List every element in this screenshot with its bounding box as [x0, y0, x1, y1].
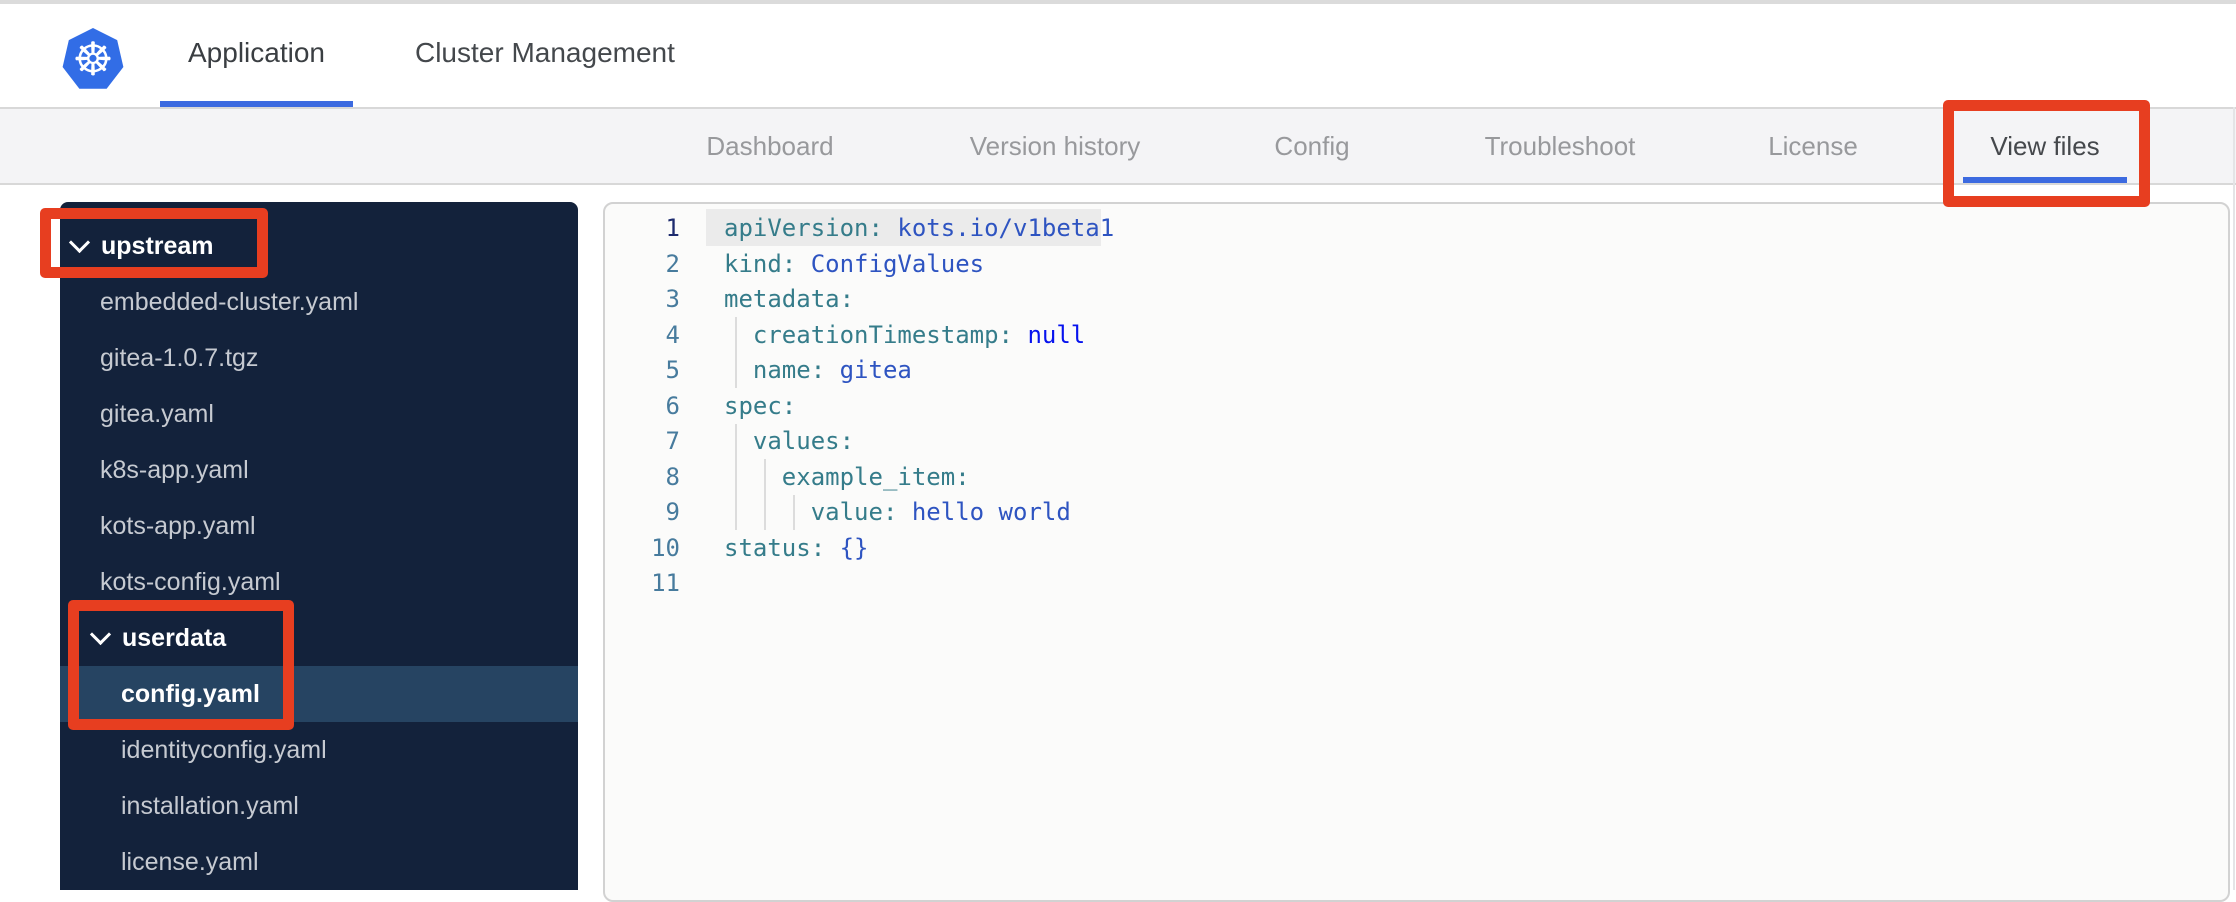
code-line-7: values:: [752, 427, 855, 455]
tree-file-gitea-1-0-7-tgz[interactable]: gitea-1.0.7.tgz: [60, 330, 578, 386]
header-tab-cluster-management[interactable]: Cluster Management: [387, 4, 703, 107]
tree-file-kots-app-yaml[interactable]: kots-app.yaml: [60, 498, 578, 554]
chevron-down-icon: [89, 623, 112, 645]
subnav-item-version-history[interactable]: Version history: [970, 109, 1141, 183]
code-line-8: example_item:: [781, 462, 970, 491]
line-number: 2: [665, 249, 680, 278]
subnav-item-config[interactable]: Config: [1274, 109, 1349, 183]
code-line-3: metadata:: [724, 285, 855, 313]
code-line-4: creationTimestamp: null: [752, 320, 1086, 349]
helm-wheel-icon: ☸: [72, 33, 114, 85]
header-bar: ☸ Application Cluster Management: [0, 4, 2236, 107]
kubernetes-heptagon: ☸: [62, 28, 124, 89]
tree-item-label: kots-app.yaml: [100, 511, 256, 540]
subnav-item-dashboard[interactable]: Dashboard: [706, 109, 833, 183]
file-tree: upstream embedded-cluster.yaml gitea-1.0.7…: [60, 202, 578, 890]
tree-item-label: upstream: [101, 231, 214, 260]
viewport-right-edge: [2233, 107, 2235, 890]
tree-file-embedded-cluster-yaml[interactable]: embedded-cluster.yaml: [60, 274, 578, 330]
subnav-item-license[interactable]: License: [1768, 109, 1858, 183]
tree-file-config-yaml[interactable]: config.yaml: [60, 666, 578, 722]
tree-item-label: k8s-app.yaml: [100, 455, 249, 484]
tree-item-label: identityconfig.yaml: [121, 735, 327, 764]
tree-folder-userdata[interactable]: userdata: [60, 610, 578, 666]
tree-file-k8s-app-yaml[interactable]: k8s-app.yaml: [60, 442, 578, 498]
subnav-item-view-files[interactable]: View files: [1990, 109, 2099, 183]
line-number: 3: [665, 285, 680, 313]
chevron-down-icon: [68, 231, 91, 253]
tree-item-label: config.yaml: [121, 679, 260, 708]
tree-item-label: embedded-cluster.yaml: [100, 287, 359, 316]
line-number: 10: [651, 533, 680, 562]
subnav-item-troubleshoot[interactable]: Troubleshoot: [1485, 109, 1636, 183]
line-number: 5: [665, 356, 680, 384]
code-line-10: status: {}: [724, 533, 869, 562]
tree-item-label: gitea.yaml: [100, 399, 214, 428]
line-number: 6: [665, 391, 680, 420]
file-content-viewer[interactable]: 1 2 3 4 5 6 7 8 9 10 11 apiVersion: kots.io/v1beta…: [603, 202, 2230, 902]
line-number-gutter: 1 2 3 4 5 6 7 8 9 10 11: [605, 211, 680, 602]
code-line-9: value: hello world: [810, 498, 1071, 526]
tree-item-label: installation.yaml: [121, 791, 299, 820]
line-number: 7: [665, 427, 680, 455]
line-number: 4: [665, 320, 680, 349]
yaml-code[interactable]: apiVersion: kots.io/v1beta1 kind: ConfigV…: [724, 211, 1114, 602]
tree-file-license-yaml[interactable]: license.yaml: [60, 834, 578, 890]
tree-item-label: license.yaml: [121, 847, 259, 876]
tree-file-identityconfig-yaml[interactable]: identityconfig.yaml: [60, 722, 578, 778]
line-number: 1: [665, 214, 680, 242]
header-tab-application[interactable]: Application: [160, 4, 353, 107]
header-tabs: Application Cluster Management: [160, 4, 703, 107]
tree-file-kots-config-yaml[interactable]: kots-config.yaml: [60, 554, 578, 610]
code-line-1: apiVersion: kots.io/v1beta1: [724, 214, 1115, 242]
code-line-5: name: gitea: [752, 356, 912, 384]
tree-item-label: kots-config.yaml: [100, 567, 281, 596]
file-tree-sidebar: upstream embedded-cluster.yaml gitea-1.0.7…: [60, 202, 578, 890]
kubernetes-logo: ☸: [62, 28, 124, 92]
tree-folder-upstream[interactable]: upstream: [60, 218, 578, 274]
code-line-6: spec:: [724, 391, 797, 420]
tree-item-label: userdata: [122, 623, 227, 652]
line-number: 9: [665, 498, 680, 526]
code-line-2: kind: ConfigValues: [724, 249, 985, 278]
app-subnav: Dashboard Version history Config Troublesho…: [0, 107, 2236, 185]
tree-file-installation-yaml[interactable]: installation.yaml: [60, 778, 578, 834]
line-number: 8: [665, 462, 680, 491]
active-tab-underline: [1963, 177, 2127, 183]
tree-file-gitea-yaml[interactable]: gitea.yaml: [60, 386, 578, 442]
line-number: 11: [651, 569, 680, 597]
tree-item-label: gitea-1.0.7.tgz: [100, 343, 259, 372]
